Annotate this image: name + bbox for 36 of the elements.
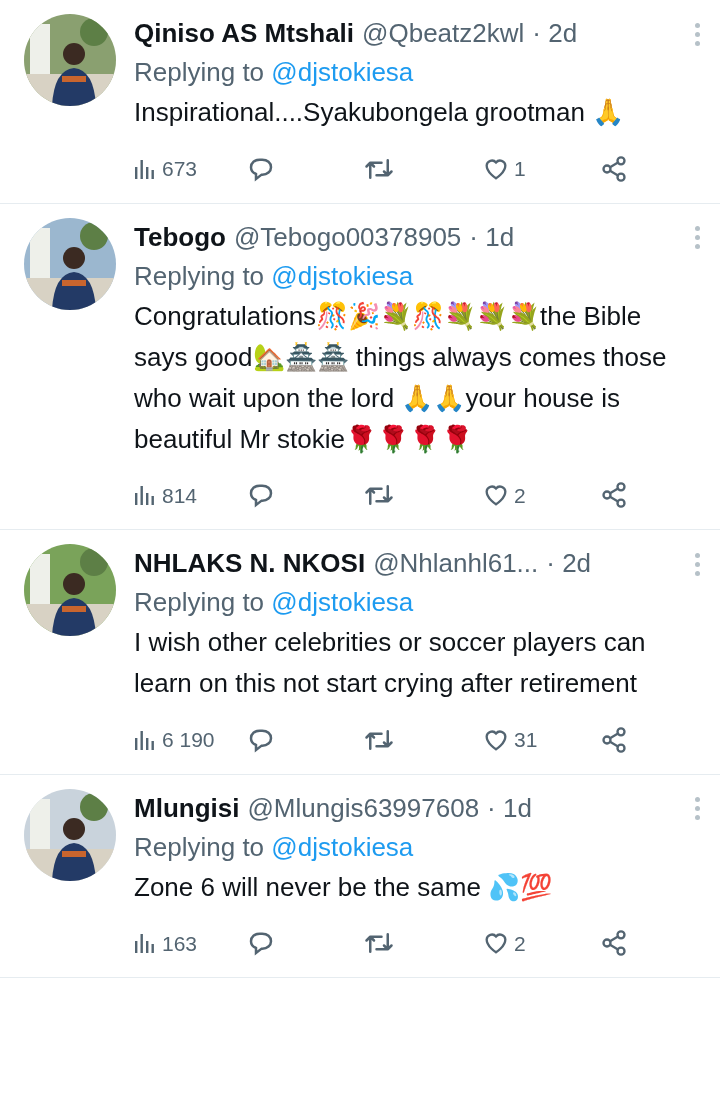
user-handle[interactable]: @Mlungis63997608 <box>247 788 480 827</box>
replying-label: Replying to <box>134 57 265 87</box>
user-name[interactable]: Tebogo <box>134 217 226 256</box>
views-icon[interactable] <box>134 932 156 955</box>
user-handle[interactable]: @Tebogo00378905 <box>233 217 462 256</box>
like-count: 31 <box>514 727 538 753</box>
user-handle[interactable]: @Nhlanhl61... <box>373 544 539 582</box>
reply-text: Inspirational....Syakubongela grootman 🙏 <box>134 96 626 129</box>
replying-label: Replying to <box>134 260 265 291</box>
replying-label: Replying to <box>134 587 265 617</box>
user-name[interactable]: NHLAKS N. NKOSI <box>134 544 366 582</box>
like-count: 2 <box>514 482 526 509</box>
view-count: 6 190 <box>162 727 215 753</box>
like-count: 2 <box>514 930 526 957</box>
post-time: · 1d <box>469 220 515 254</box>
post-time: · 2d <box>546 547 592 580</box>
share-icon[interactable] <box>600 725 628 754</box>
post-time: · 2d <box>532 17 578 50</box>
reply-text: I wish other celebrities or soccer players can learn on this not start crying after retirement <box>134 626 647 700</box>
view-count: 673 <box>162 156 198 182</box>
share-icon[interactable] <box>600 154 628 183</box>
post-time: · 1d <box>487 791 532 825</box>
share-icon[interactable] <box>600 929 628 958</box>
share-icon[interactable] <box>600 481 628 510</box>
user-name[interactable]: Qiniso AS Mtshali <box>134 14 355 52</box>
views-icon[interactable] <box>134 484 156 507</box>
user-handle[interactable]: @Qbeatz2kwl <box>362 14 525 52</box>
view-count: 814 <box>162 482 198 509</box>
replying-label: Replying to <box>134 831 265 862</box>
reply-text: Zone 6 will never be the same 💦💯 <box>134 870 554 904</box>
views-icon[interactable] <box>134 157 156 180</box>
like-count: 1 <box>514 156 526 182</box>
reply-text: Congratulations🎊🎉💐🎊💐💐💐the Bible says good🏡🏯🏯 things always comes those who wait upon the lord 🙏🙏your house is beautiful Mr stokie🌹🌹🌹🌹 <box>134 299 668 456</box>
user-name[interactable]: Mlungisi <box>134 788 240 827</box>
view-count: 163 <box>162 930 198 957</box>
views-icon[interactable] <box>134 728 156 751</box>
